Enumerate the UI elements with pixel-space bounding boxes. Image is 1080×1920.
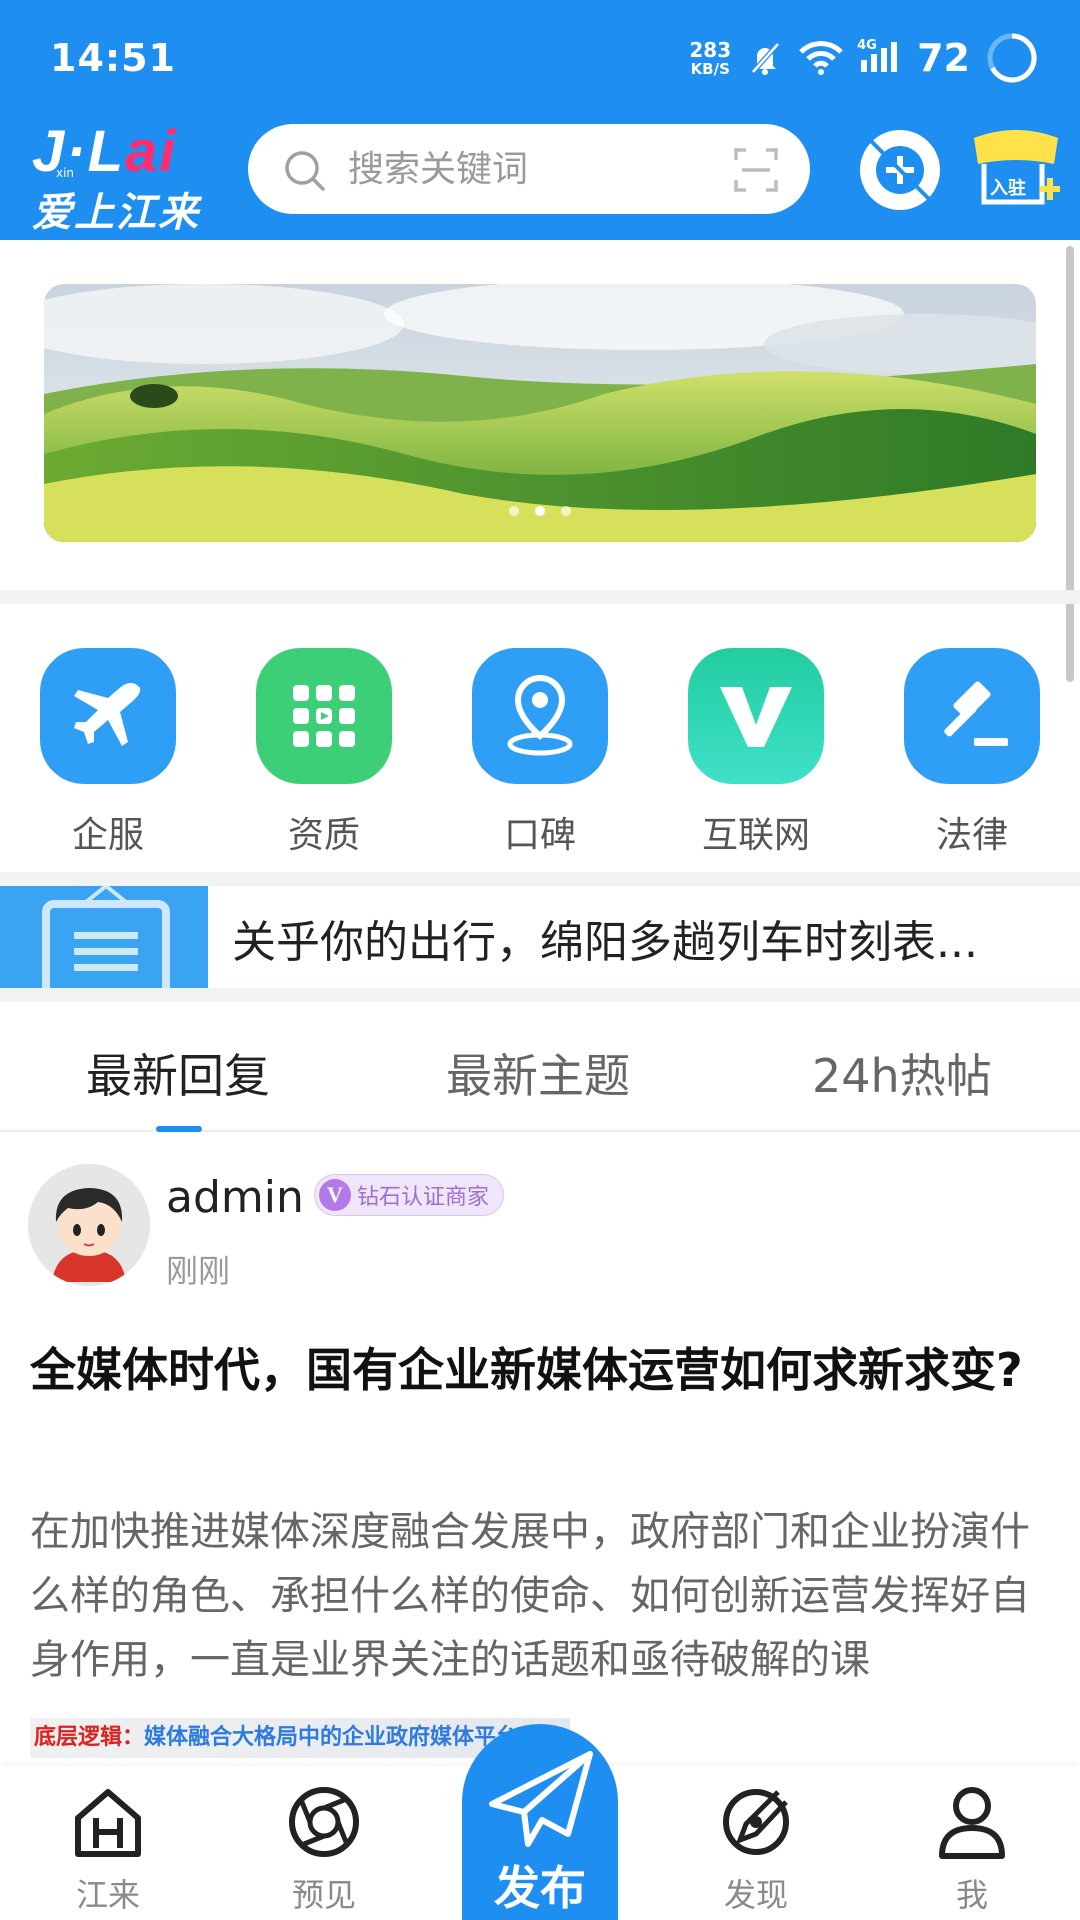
verified-icon: V <box>319 1179 351 1211</box>
search-box[interactable] <box>248 124 810 214</box>
author-name[interactable]: admin <box>166 1172 304 1223</box>
app-logo[interactable]: J·Lai xin 爱上江来 <box>30 118 220 236</box>
wifi-icon <box>799 41 843 75</box>
plane-icon <box>40 648 176 784</box>
banner-dot[interactable] <box>509 506 519 516</box>
home-icon <box>75 1789 141 1857</box>
tab-indicator <box>156 1126 202 1132</box>
tab-latest-topics[interactable]: 最新主题 <box>446 1040 630 1106</box>
network-speed-unit: KB/S <box>690 59 730 78</box>
gavel-icon <box>904 648 1040 784</box>
quick-item-internet[interactable]: 互联网 <box>656 648 856 858</box>
nav-item-me[interactable]: 我 <box>892 1784 1052 1914</box>
banner-dot-active[interactable] <box>535 506 545 516</box>
quick-item-label: 口碑 <box>503 815 576 856</box>
nav-label: 江来 <box>75 1876 140 1914</box>
network-speed-value: 283 <box>689 37 732 62</box>
aperture-icon <box>289 1787 359 1857</box>
post-card[interactable]: admin V 钻石认证商家 刚刚 全媒体时代，国有企业新媒体运营如何求新求变?… <box>0 1134 1080 1774</box>
paper-plane-icon <box>489 1751 593 1847</box>
notice-board-icon <box>0 886 208 988</box>
post-image-caption: 媒体融合大格局中的企业政府媒体平台 <box>144 1725 519 1750</box>
quick-menu: 企服 资质 口碑 互联网 法律 <box>0 604 1080 872</box>
notification-muted-icon <box>751 42 780 75</box>
add-icon[interactable] <box>856 126 944 214</box>
badge-text: 钻石认证商家 <box>357 1185 490 1210</box>
grid-icon <box>256 648 392 784</box>
status-time: 14:51 <box>50 36 176 80</box>
verified-badge: V 钻石认证商家 <box>314 1174 505 1216</box>
nav-item-home[interactable]: 江来 <box>28 1784 188 1914</box>
section-divider <box>0 590 1080 604</box>
nav-label: 发现 <box>723 1876 788 1914</box>
search-input[interactable] <box>348 144 708 194</box>
section-divider <box>0 988 1080 1002</box>
quick-item-enterprise[interactable]: 企服 <box>8 648 208 858</box>
status-icons: 283 KB/S 4G 72 <box>689 30 1040 86</box>
logo-title: 爱上江来 <box>32 190 200 236</box>
notice-bar[interactable]: 关乎你的出行，绵阳多趟列车时刻表... <box>0 886 1080 988</box>
status-bar: 14:51 283 KB/S 4G 72 <box>0 0 1080 110</box>
network-speed: 283 KB/S <box>689 40 731 77</box>
post-image-caption-highlight: 底层逻辑： <box>34 1725 145 1750</box>
banner-dot[interactable] <box>561 506 571 516</box>
quick-item-qualification[interactable]: 资质 <box>224 648 424 858</box>
quick-item-reputation[interactable]: 口碑 <box>440 648 640 858</box>
scan-icon[interactable] <box>732 146 780 194</box>
logo-sub: xin <box>56 166 75 180</box>
logo-wordmark: J·Lai <box>32 119 178 184</box>
avatar[interactable] <box>28 1164 150 1286</box>
quick-item-law[interactable]: 法律 <box>872 648 1072 858</box>
quick-item-label: 法律 <box>935 815 1008 856</box>
signal-icon: 4G <box>857 38 903 78</box>
v-icon <box>688 648 824 784</box>
notice-text[interactable]: 关乎你的出行，绵阳多趟列车时刻表... <box>232 906 978 970</box>
post-time: 刚刚 <box>166 1252 231 1290</box>
banner-carousel[interactable] <box>44 284 1036 542</box>
location-icon <box>472 648 608 784</box>
publish-button[interactable]: 发布 <box>462 1724 618 1920</box>
nav-item-discover[interactable]: 发现 <box>676 1784 836 1914</box>
nav-item-preview[interactable]: 预见 <box>244 1784 404 1914</box>
app-bar: J·Lai xin 爱上江来 搜索关键词 入驻 <box>0 110 1080 240</box>
nav-label: 我 <box>955 1876 988 1914</box>
nav-label: 预见 <box>291 1876 356 1914</box>
banner-dots <box>44 506 1036 516</box>
post-title[interactable]: 全媒体时代，国有企业新媒体运营如何求新求变? <box>30 1334 1030 1406</box>
banner-image <box>44 284 1036 542</box>
quick-item-label: 企服 <box>71 815 144 856</box>
banner-section <box>0 240 1080 590</box>
battery-ring-icon <box>987 33 1037 83</box>
tab-24h-hot[interactable]: 24h热帖 <box>812 1040 992 1106</box>
section-divider <box>0 872 1080 886</box>
user-icon <box>939 1787 1005 1859</box>
search-icon <box>285 151 325 191</box>
tab-latest-replies[interactable]: 最新回复 <box>86 1040 270 1106</box>
publish-label: 发布 <box>494 1861 586 1915</box>
feed-tabs: 最新回复 最新主题 24h热帖 <box>0 1002 1080 1132</box>
shop-icon <box>974 130 1060 205</box>
shop-badge: 入驻 <box>990 178 1026 199</box>
header: 14:51 283 KB/S 4G 72 J·Lai xin 爱上江来 搜索关键… <box>0 0 1080 240</box>
quick-item-label: 资质 <box>287 815 360 856</box>
battery-level: 72 <box>917 36 970 80</box>
shop-join-button[interactable]: 入驻 <box>968 120 1064 220</box>
compass-icon <box>723 1789 789 1855</box>
post-excerpt[interactable]: 在加快推进媒体深度融合发展中，政府部门和企业扮演什么样的角色、承担什么样的使命、… <box>30 1500 1050 1692</box>
quick-item-label: 互联网 <box>701 815 810 856</box>
